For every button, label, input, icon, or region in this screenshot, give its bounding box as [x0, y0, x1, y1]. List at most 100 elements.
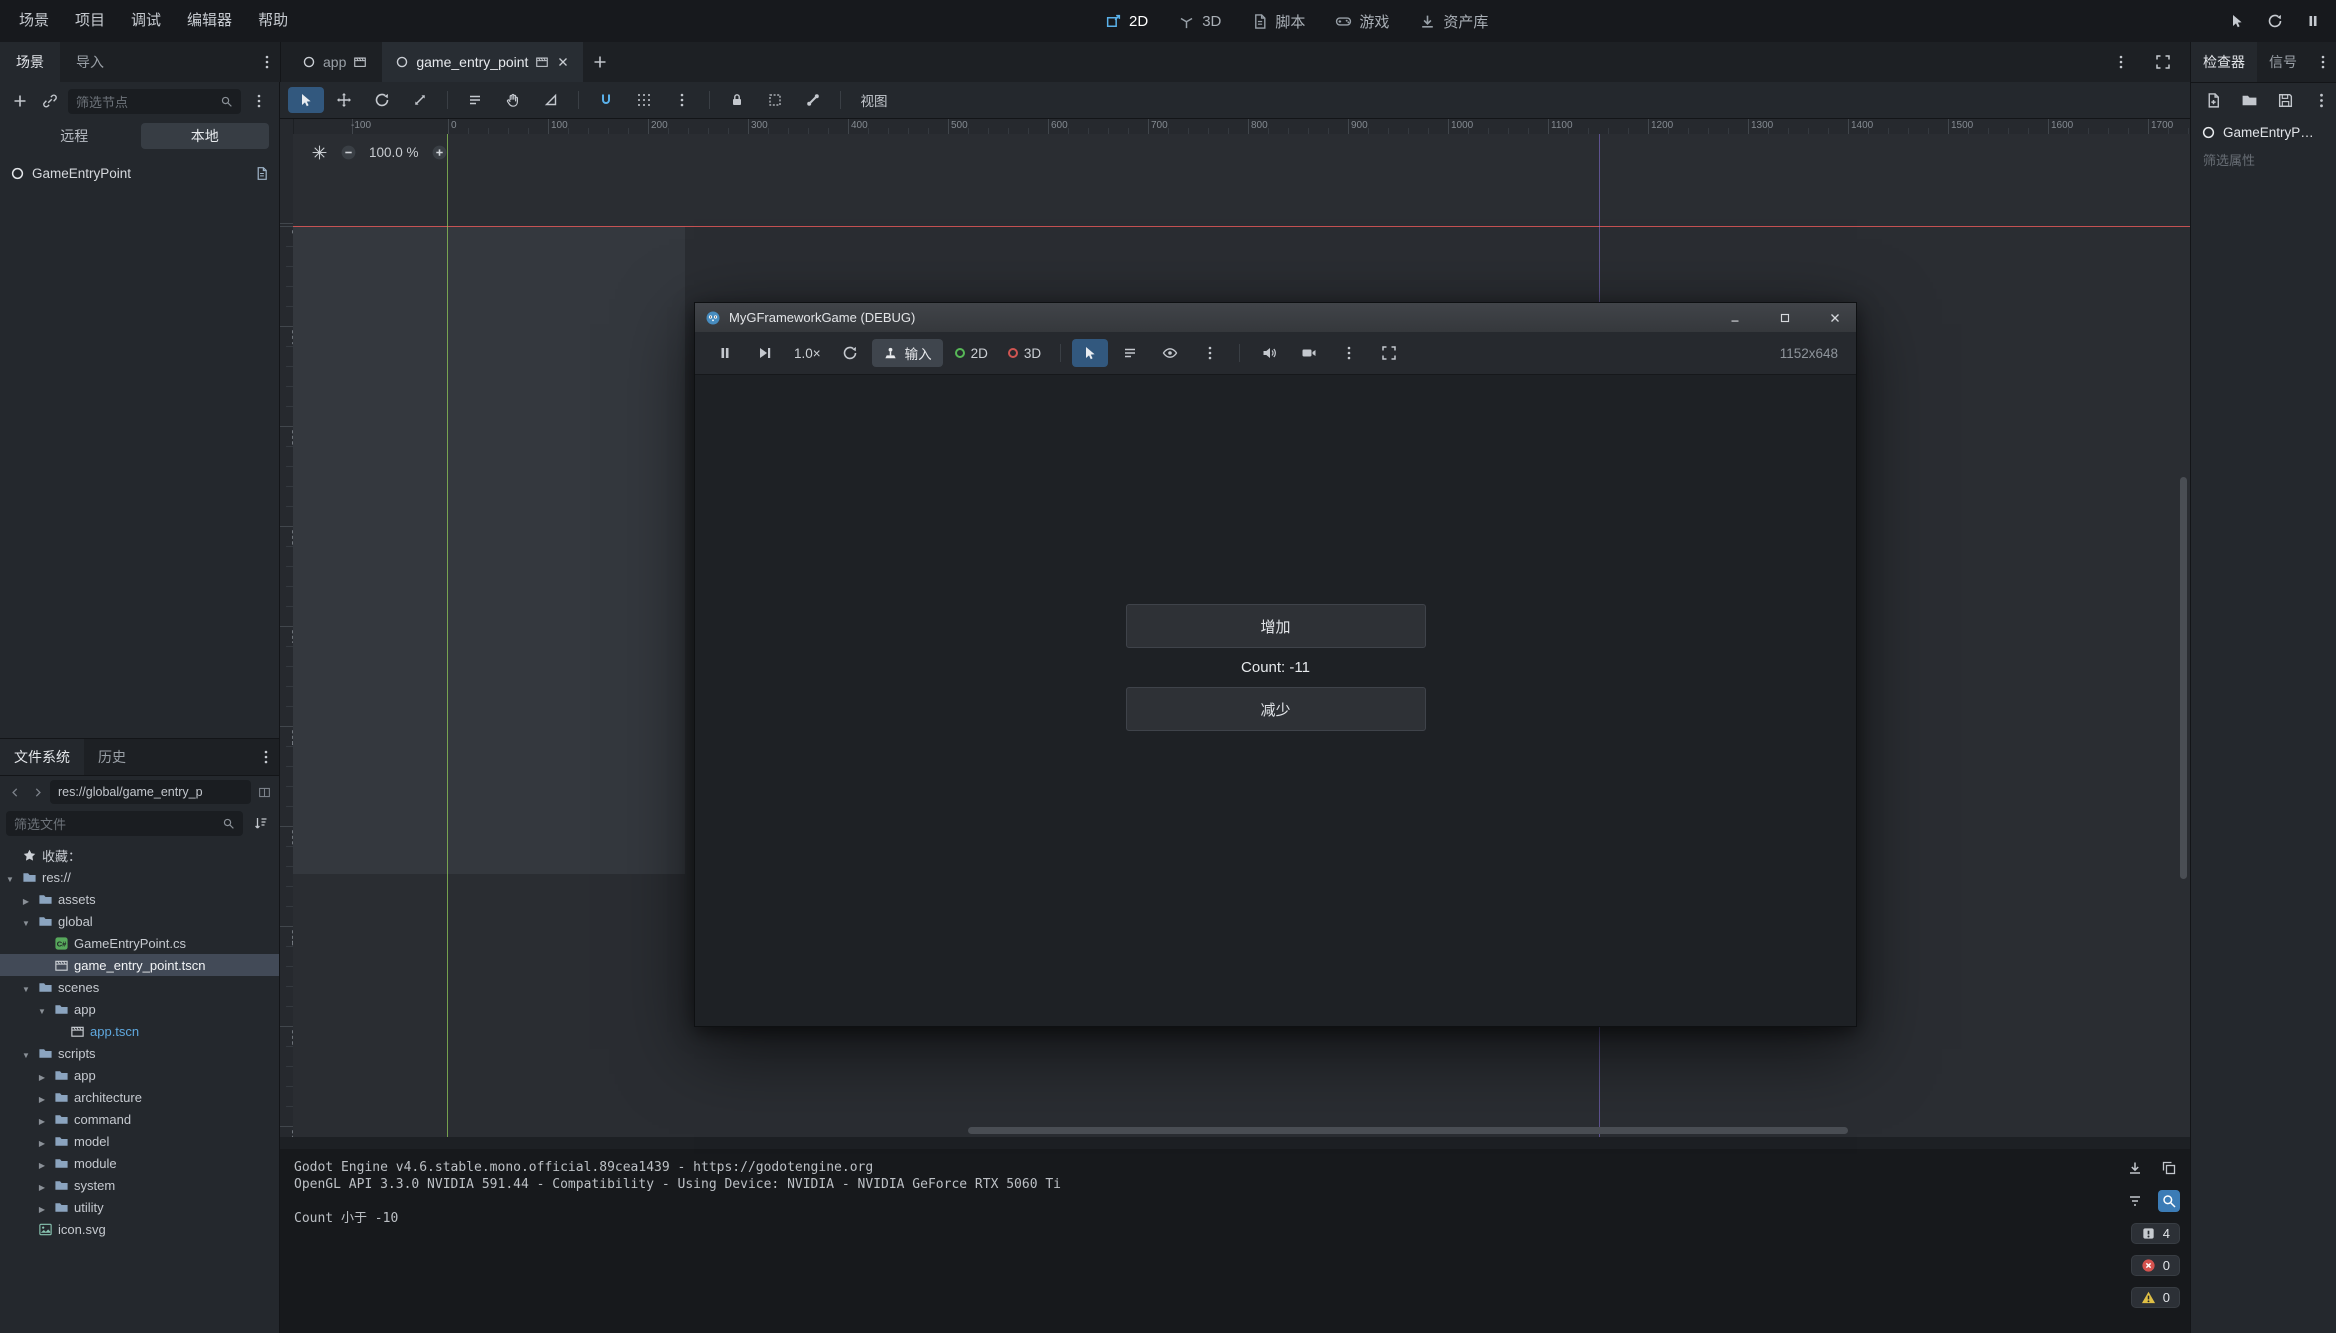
scene-tree-root-node[interactable]: GameEntryPoint [0, 160, 279, 186]
tab-scene-dock[interactable]: 场景 [0, 42, 60, 82]
tab-history[interactable]: 历史 [84, 739, 140, 775]
window-maximize-button[interactable] [1764, 303, 1806, 332]
pan-tool-button[interactable] [495, 87, 531, 113]
filesystem-item[interactable]: utility [0, 1196, 279, 1218]
expand-arrow-icon[interactable] [36, 1090, 48, 1105]
menu-item[interactable]: 项目 [62, 0, 118, 42]
sort-files-button[interactable] [249, 811, 273, 835]
distraction-free-button[interactable] [2150, 49, 2176, 75]
rotate-tool-button[interactable] [364, 87, 400, 113]
window-minimize-button[interactable] [1714, 303, 1756, 332]
camera-options-button[interactable] [1331, 339, 1367, 367]
expand-arrow-icon[interactable] [20, 892, 32, 907]
smart-snap-button[interactable] [588, 87, 624, 113]
scene-tab[interactable]: game_entry_point [382, 42, 583, 82]
workspace-button[interactable]: 游戏 [1322, 6, 1402, 36]
filesystem-item[interactable]: system [0, 1174, 279, 1196]
zoom-out-icon[interactable] [340, 144, 357, 161]
tab-filesystem[interactable]: 文件系统 [0, 739, 84, 775]
filesystem-item[interactable]: architecture [0, 1086, 279, 1108]
reload-button[interactable] [2262, 8, 2288, 34]
error-count-badge[interactable]: 0 [2131, 1255, 2180, 1276]
scene-tab[interactable]: app [289, 42, 380, 82]
filesystem-item[interactable]: command [0, 1108, 279, 1130]
suspend-game-button[interactable] [707, 339, 743, 367]
tab-signals[interactable]: 信号 [2257, 42, 2309, 82]
menu-item[interactable]: 调试 [118, 0, 174, 42]
input-mode-toggle[interactable]: 输入 [872, 339, 943, 367]
zoom-in-icon[interactable] [431, 144, 448, 161]
mode-2d-toggle[interactable]: 2D [947, 346, 996, 361]
filter-properties-input[interactable]: 筛选属性 [2191, 144, 2336, 175]
pause-button[interactable] [2300, 8, 2326, 34]
game-speed[interactable]: 1.0× [787, 346, 828, 361]
tab-list-button[interactable] [2108, 49, 2134, 75]
workspace-button[interactable]: 资产库 [1406, 6, 1501, 36]
inspected-node[interactable]: GameEntryPoint [2191, 117, 2336, 144]
expand-arrow-icon[interactable] [20, 980, 32, 995]
filesystem-item[interactable]: model [0, 1130, 279, 1152]
attached-script-icon[interactable] [254, 166, 269, 181]
warning-count-badge[interactable]: 0 [2131, 1287, 2180, 1308]
menu-item[interactable]: 帮助 [245, 0, 301, 42]
tab-inspector[interactable]: 检查器 [2191, 42, 2257, 82]
filesystem-item[interactable]: global [0, 910, 279, 932]
menu-item[interactable]: 场景 [6, 0, 62, 42]
snap-options-button[interactable] [664, 87, 700, 113]
split-view-button[interactable] [255, 781, 273, 803]
inspector-options-button[interactable] [2309, 88, 2333, 112]
bottom-panel-splitter[interactable] [280, 1137, 2190, 1149]
expand-arrow-icon[interactable] [36, 1134, 48, 1149]
nav-back-button[interactable] [6, 781, 24, 803]
expand-arrow-icon[interactable] [20, 1046, 32, 1061]
dock-options-button[interactable] [254, 49, 280, 75]
lock-object-button[interactable] [719, 87, 755, 113]
increase-button[interactable]: 增加 [1126, 604, 1426, 648]
expand-arrow-icon[interactable] [36, 1112, 48, 1127]
filesystem-item[interactable]: res:// [0, 866, 279, 888]
filter-nodes-input[interactable]: 筛选节点 [68, 89, 241, 114]
next-frame-button[interactable] [747, 339, 783, 367]
workspace-button[interactable]: 脚本 [1238, 6, 1318, 36]
filesystem-options-button[interactable] [253, 744, 279, 770]
horizontal-scrollbar[interactable] [968, 1127, 1848, 1134]
select-list-button[interactable] [1112, 339, 1148, 367]
local-button[interactable]: 本地 [141, 123, 270, 149]
menu-item[interactable]: 编辑器 [174, 0, 245, 42]
zoom-level[interactable]: 100.0 % [369, 145, 419, 160]
expand-arrow-icon[interactable] [36, 1156, 48, 1171]
filesystem-item[interactable]: module [0, 1152, 279, 1174]
toggle-visibility-button[interactable] [1152, 339, 1188, 367]
scale-tool-button[interactable] [402, 87, 438, 113]
select-tool-button[interactable] [288, 87, 324, 113]
mute-audio-button[interactable] [1251, 339, 1287, 367]
filter-messages-button[interactable] [2124, 1190, 2146, 1212]
expand-arrow-icon[interactable] [36, 1200, 48, 1215]
filesystem-item[interactable]: scenes [0, 976, 279, 998]
filesystem-item[interactable]: 收藏： [0, 844, 279, 866]
restart-game-button[interactable] [832, 339, 868, 367]
move-tool-button[interactable] [326, 87, 362, 113]
remote-button[interactable]: 远程 [10, 123, 139, 149]
filesystem-item[interactable]: scripts [0, 1042, 279, 1064]
filesystem-path[interactable]: res://global/game_entry_p [50, 780, 251, 804]
grid-snap-button[interactable] [626, 87, 662, 113]
workspace-button[interactable]: 3D [1165, 6, 1234, 36]
selection-options-button[interactable] [1192, 339, 1228, 367]
list-select-tool-button[interactable] [457, 87, 493, 113]
filesystem-item[interactable]: GameEntryPoint.cs [0, 932, 279, 954]
filesystem-item[interactable]: app [0, 1064, 279, 1086]
measure-tool-button[interactable] [533, 87, 569, 113]
expand-arrow-icon[interactable] [36, 1068, 48, 1083]
mode-3d-toggle[interactable]: 3D [1000, 346, 1049, 361]
window-close-button[interactable] [1814, 303, 1856, 332]
camera-override-button[interactable] [1291, 339, 1327, 367]
filesystem-item[interactable]: game_entry_point.tscn [0, 954, 279, 976]
filesystem-item[interactable]: app.tscn [0, 1020, 279, 1042]
vertical-scrollbar[interactable] [2180, 477, 2187, 879]
search-output-button[interactable] [2158, 1190, 2180, 1212]
mouse-pick-button[interactable] [2224, 8, 2250, 34]
filter-files-input[interactable]: 筛选文件 [6, 811, 243, 836]
inspector-dock-options-button[interactable] [2310, 49, 2336, 75]
close-tab-icon[interactable] [556, 55, 570, 69]
